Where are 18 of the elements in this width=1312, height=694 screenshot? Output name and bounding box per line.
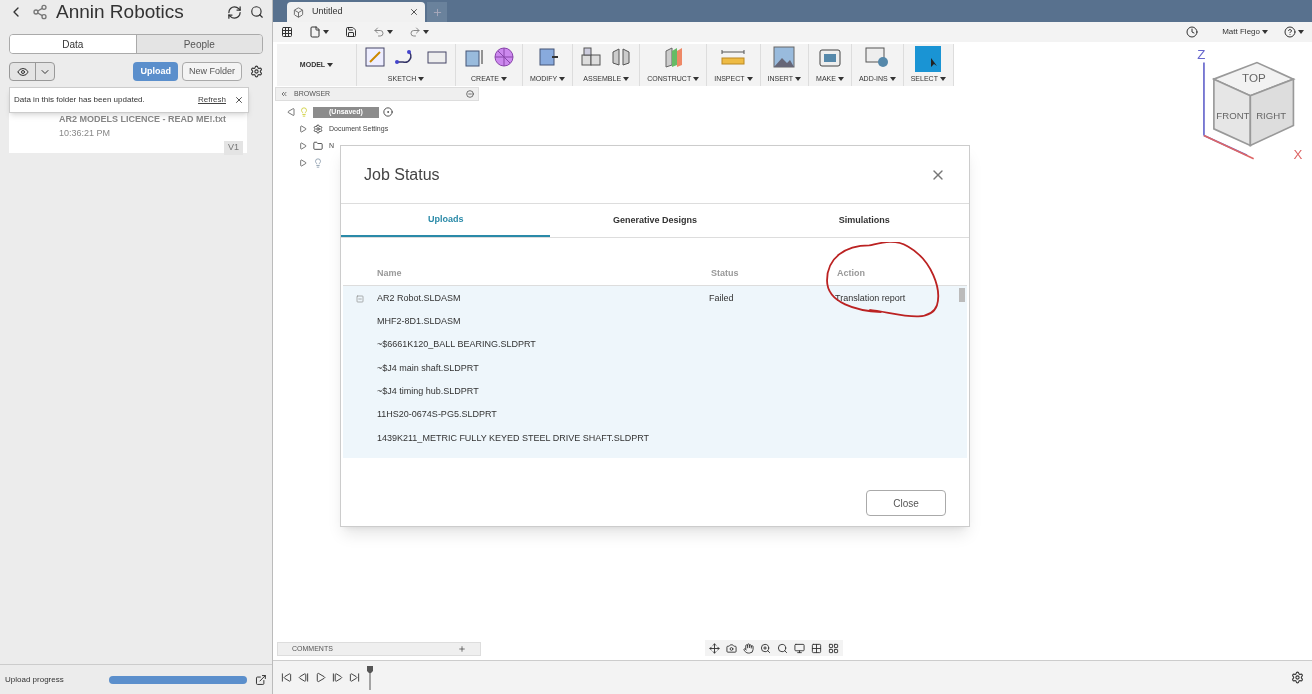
column-header: Status [710,266,740,280]
table-cell-text: AR2 Robot.SLDASM [377,291,462,305]
file-name: AR2 MODELS LICENCE - READ ME!.txt [59,113,227,126]
table-cell-text: 11HS20-0674S-PG5.SLDPRT [377,408,498,422]
table-cell-text: 1439K211_METRIC FULLY KEYED STEEL DRIVE SHAFT.SLDPRT [377,431,651,445]
file-time: 10:36:21 PM [59,126,112,140]
document-title: Untitled [312,5,344,19]
table-cell-text: Failed [709,291,735,305]
table-cell-text: ~$6661K120_BALL BEARING.SLDPRT [377,338,537,352]
table-cell-text: ~$J4 main shaft.SLDPRT [377,361,480,375]
column-header: Action [836,266,865,280]
version-badge: V1 [224,141,243,155]
table-cell-text: ~$J4 timing hub.SLDPRT [377,385,480,399]
upload-progress-label: Upload progress [5,673,65,686]
table-cell-text: MHF2-8D1.SLDASM [377,315,462,329]
column-header: Name [376,266,403,280]
project-title: Annin Robotics [56,0,184,24]
dialog-title: Job Status [364,164,441,185]
